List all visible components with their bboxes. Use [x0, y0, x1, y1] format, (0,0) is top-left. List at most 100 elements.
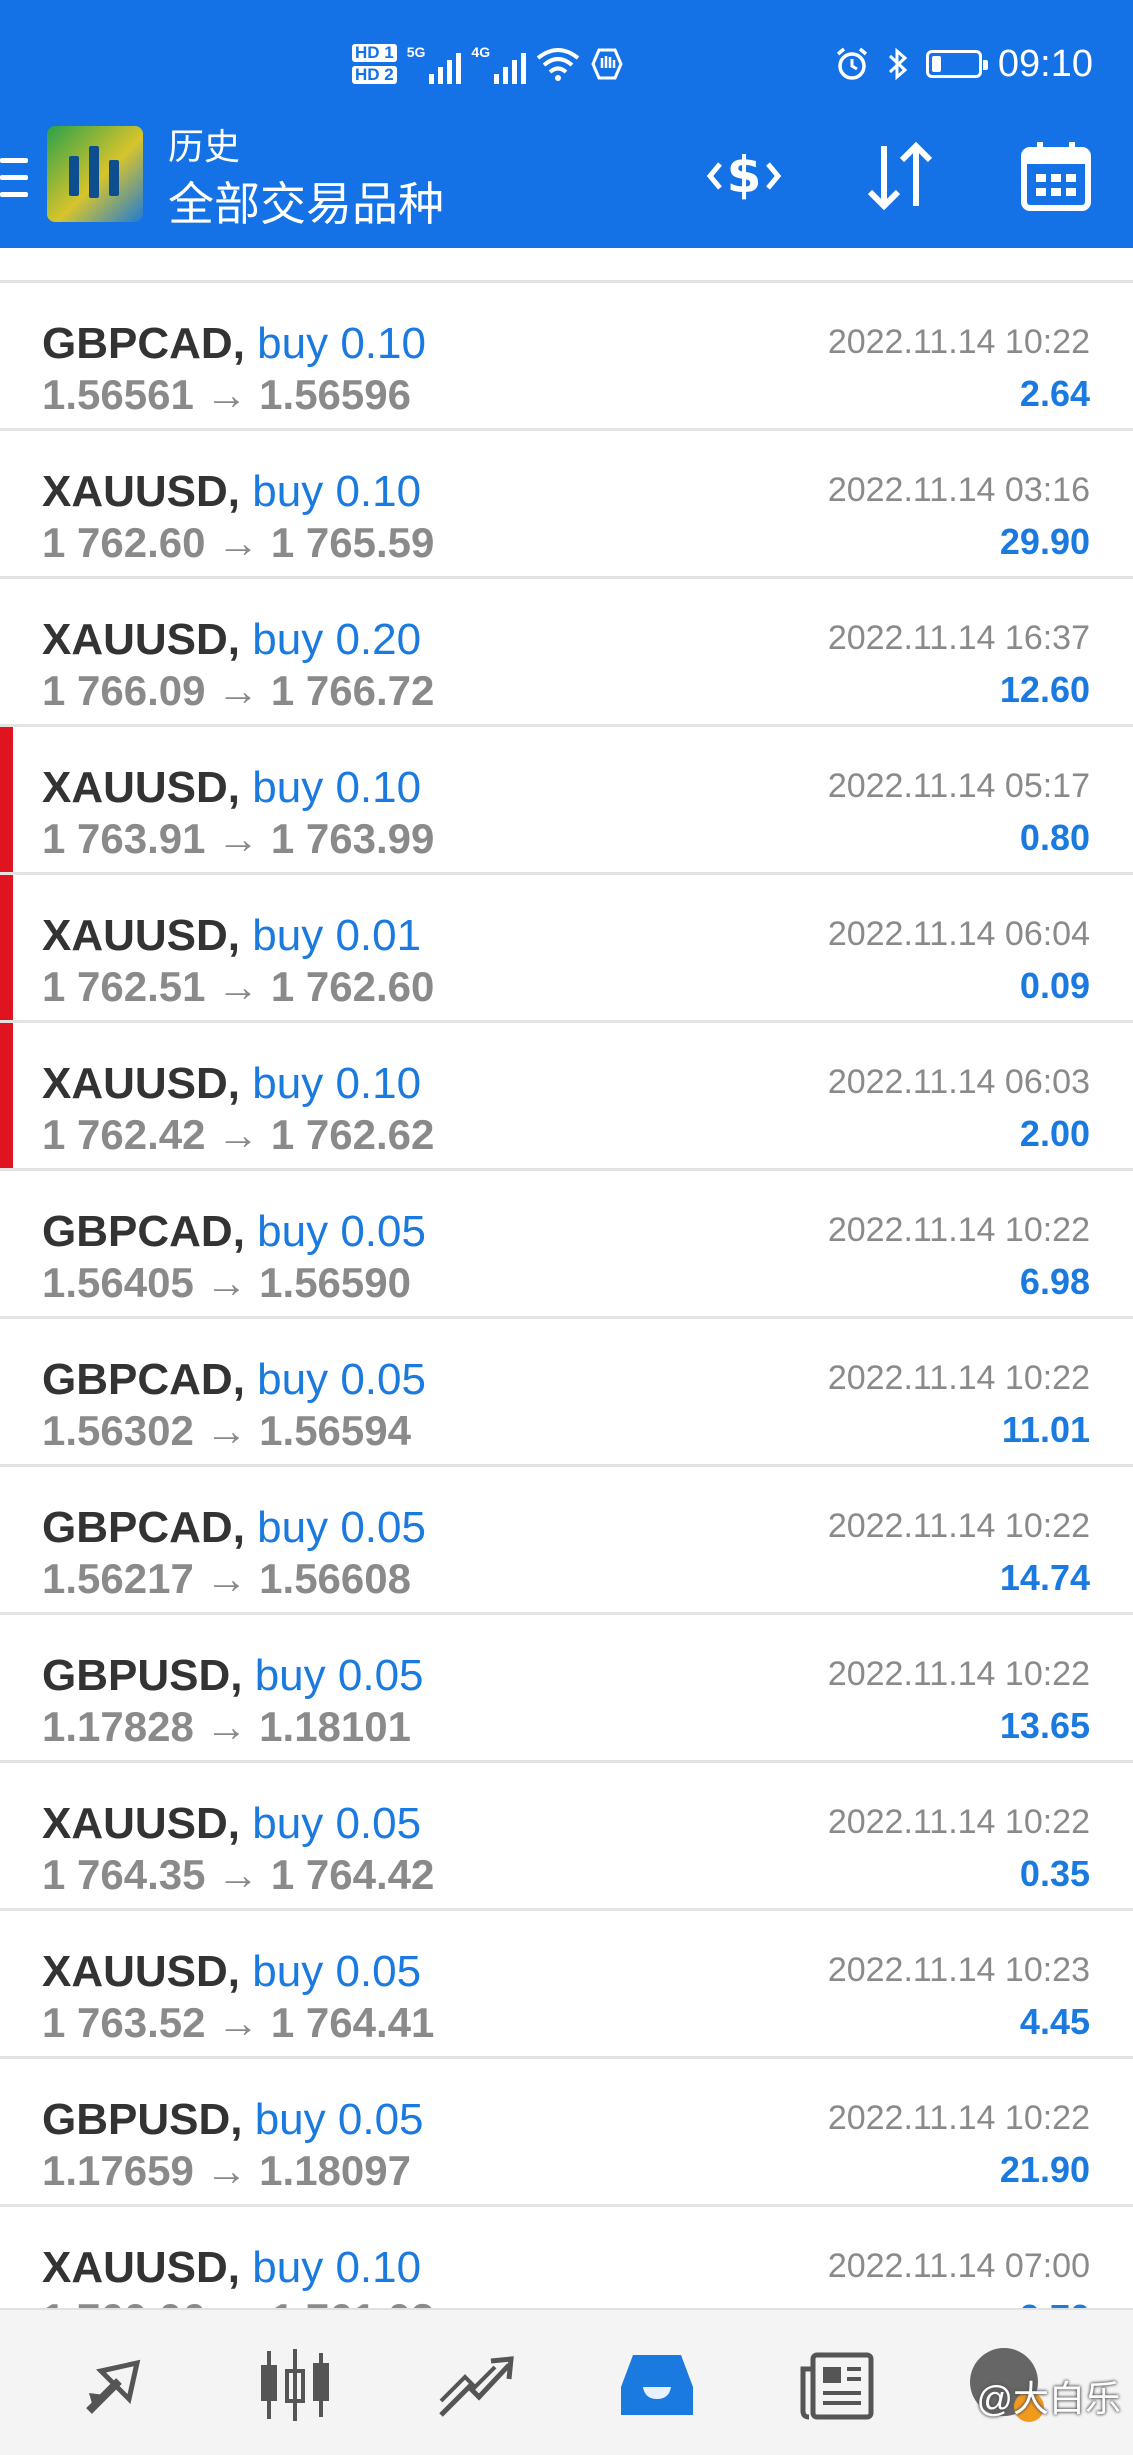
trade-row[interactable]: XAUUSD, buy 0.05 1 763.52 → 1 764.41 202… — [0, 1911, 1133, 2059]
bluetooth-icon — [888, 47, 908, 81]
trade-symbol: GBPUSD, buy 0.05 — [42, 1651, 424, 1700]
trade-row[interactable]: GBPCAD, buy 0.10 1.56561 → 1.56596 2022.… — [0, 283, 1133, 431]
arrow-right-icon: → — [205, 2147, 248, 2194]
trade-row[interactable]: XAUUSD, buy 0.10 1 763.91 → 1 763.99 202… — [0, 727, 1133, 875]
open-price: 1 763.52 — [42, 1999, 206, 2046]
sort-icon[interactable] — [858, 134, 942, 218]
trade-symbol: XAUUSD, buy 0.10 — [42, 1059, 422, 1108]
trade-datetime: 2022.11.14 10:22 — [827, 1655, 1090, 1693]
signal-4g-icon: 4G — [471, 44, 527, 84]
trade-row[interactable]: GBPUSD, buy 0.05 1.17659 → 1.18097 2022.… — [0, 2059, 1133, 2207]
trade-side: buy — [254, 2095, 326, 2144]
trade-profit: 4.45 — [1019, 2001, 1090, 2042]
trade-datetime: 2022.11.14 10:22 — [827, 323, 1090, 361]
trade-volume: 0.20 — [335, 615, 422, 664]
hand-icon — [591, 48, 623, 80]
trade-datetime: 2022.11.14 03:16 — [827, 471, 1090, 509]
trade-profit: 0.09 — [1019, 965, 1090, 1006]
trade-row[interactable]: XAUUSD, buy 0.05 1 764.35 → 1 764.42 202… — [0, 1763, 1133, 1911]
calendar-icon[interactable] — [1014, 134, 1098, 218]
network-indicators: HD 1 HD 2 5G 4G — [352, 32, 624, 96]
trade-symbol: XAUUSD, buy 0.10 — [42, 763, 422, 812]
news-icon[interactable] — [792, 2340, 882, 2430]
trade-profit: 21.90 — [999, 2149, 1090, 2190]
currency-exchange-icon[interactable]: $ — [702, 134, 786, 218]
trade-prices: 1.56405 → 1.56590 — [42, 1259, 411, 1307]
hd-icons: HD 1 HD 2 — [352, 44, 397, 84]
symbol-filter[interactable]: 全部交易品种 — [168, 168, 444, 234]
trade-symbol: XAUUSD, buy 0.20 — [42, 615, 422, 664]
symbol-label: GBPUSD — [42, 2095, 231, 2144]
trade-volume: 0.10 — [340, 319, 426, 368]
trade-prices: 1 762.60 → 1 765.59 — [42, 519, 434, 567]
symbol-label: GBPCAD — [42, 1207, 233, 1256]
list-item-partial[interactable] — [0, 248, 1133, 283]
symbol-label: XAUUSD — [42, 1059, 228, 1108]
close-price: 1.18097 — [259, 2147, 411, 2194]
trade-row[interactable]: XAUUSD, buy 0.01 1 762.51 → 1 762.60 202… — [0, 875, 1133, 1023]
symbol-label: XAUUSD — [42, 1947, 228, 1996]
chart-icon[interactable] — [250, 2340, 340, 2430]
trade-profit: 29.90 — [999, 521, 1090, 562]
menu-icon[interactable] — [0, 158, 28, 202]
trade-row[interactable]: XAUUSD, buy 0.10 1 760.06 → 1 761.03 202… — [0, 2207, 1133, 2308]
trade-prices: 1 762.42 → 1 762.62 — [42, 1111, 434, 1159]
trade-volume: 0.10 — [335, 467, 422, 516]
close-price: 1.56594 — [259, 1407, 411, 1454]
trade-row[interactable]: GBPCAD, buy 0.05 1.56302 → 1.56594 2022.… — [0, 1319, 1133, 1467]
trade-profit: 0.80 — [1019, 817, 1090, 858]
symbol-label: GBPCAD — [42, 319, 233, 368]
arrow-right-icon: → — [205, 1703, 248, 1750]
bottom-navigation: @大白乐 — [0, 2308, 1133, 2455]
trade-symbol: GBPCAD, buy 0.05 — [42, 1355, 426, 1404]
arrow-right-icon: → — [217, 1111, 260, 1158]
open-price: 1 762.51 — [42, 963, 206, 1010]
trade-side: buy — [257, 1503, 329, 1552]
open-price: 1.56217 — [42, 1555, 194, 1602]
history-icon[interactable] — [612, 2340, 702, 2430]
trade-row[interactable]: GBPCAD, buy 0.05 1.56217 → 1.56608 2022.… — [0, 1467, 1133, 1615]
trade-profit: 6.98 — [1019, 1261, 1090, 1302]
trade-volume: 0.10 — [335, 763, 422, 812]
trade-symbol: GBPCAD, buy 0.05 — [42, 1503, 426, 1552]
trade-side: buy — [252, 615, 324, 664]
trade-volume: 0.05 — [337, 2095, 424, 2144]
close-price: 1.56596 — [259, 371, 411, 418]
trade-profit: 2.00 — [1019, 1113, 1090, 1154]
trade-prices: 1 763.91 → 1 763.99 — [42, 815, 434, 863]
symbol-label: XAUUSD — [42, 615, 228, 664]
trade-datetime: 2022.11.14 16:37 — [827, 619, 1090, 657]
open-price: 1 764.35 — [42, 1851, 206, 1898]
trade-row[interactable]: XAUUSD, buy 0.10 1 762.60 → 1 765.59 202… — [0, 431, 1133, 579]
position-marker — [0, 875, 13, 1020]
hd2-badge: HD 2 — [352, 66, 397, 84]
close-price: 1.18101 — [259, 1703, 411, 1750]
watermark: @大白乐 — [976, 2378, 1121, 2419]
trade-side: buy — [257, 1207, 329, 1256]
trade-datetime: 2022.11.14 10:22 — [827, 1359, 1090, 1397]
trade-datetime: 2022.11.14 10:23 — [827, 1951, 1090, 1989]
trade-symbol: GBPCAD, buy 0.05 — [42, 1207, 426, 1256]
trade-history-list[interactable]: GBPCAD, buy 0.10 1.56561 → 1.56596 2022.… — [0, 248, 1133, 2308]
arrow-right-icon: → — [217, 815, 260, 862]
trade-prices: 1 764.35 → 1 764.42 — [42, 1851, 434, 1899]
close-price: 1 764.42 — [270, 1851, 435, 1898]
trade-side: buy — [257, 1355, 329, 1404]
position-marker — [0, 1023, 13, 1168]
trade-icon[interactable] — [430, 2340, 520, 2430]
trade-row[interactable]: GBPUSD, buy 0.05 1.17828 → 1.18101 2022.… — [0, 1615, 1133, 1763]
trade-row[interactable]: GBPCAD, buy 0.05 1.56405 → 1.56590 2022.… — [0, 1171, 1133, 1319]
trade-row[interactable]: XAUUSD, buy 0.20 1 766.09 → 1 766.72 202… — [0, 579, 1133, 727]
open-price: 1 766.09 — [42, 667, 206, 714]
symbol-label: GBPUSD — [42, 1651, 231, 1700]
app-toolbar: 历史 全部交易品种 $ — [0, 108, 1133, 248]
arrow-right-icon: → — [205, 371, 248, 418]
system-indicators: 09:10 — [834, 34, 1093, 94]
open-price: 1 763.91 — [42, 815, 206, 862]
close-price: 1 761.03 — [271, 2295, 435, 2308]
trade-side: buy — [252, 911, 324, 960]
trade-row[interactable]: XAUUSD, buy 0.10 1 762.42 → 1 762.62 202… — [0, 1023, 1133, 1171]
trade-side: buy — [252, 1799, 324, 1848]
quotes-icon[interactable] — [70, 2340, 160, 2430]
open-price: 1 762.60 — [42, 519, 206, 566]
